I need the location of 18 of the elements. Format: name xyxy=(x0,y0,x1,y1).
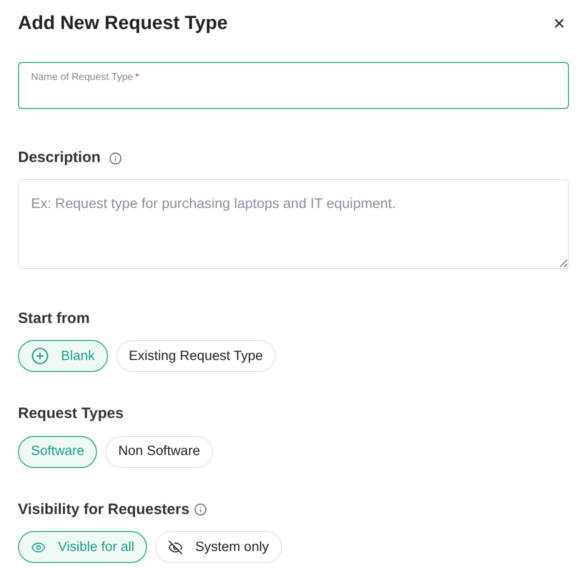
required-mark: * xyxy=(135,71,140,85)
section-label: Description xyxy=(18,148,101,168)
description-field[interactable]: Ex: Request type for purchasing laptops and IT equipment. xyxy=(18,178,569,268)
dialog-title: Add New Request Type xyxy=(18,12,228,36)
info-icon xyxy=(194,503,208,516)
option-chip[interactable]: Existing Request Type xyxy=(116,340,276,372)
option-chip[interactable]: System only xyxy=(155,531,282,563)
section-label: Start from xyxy=(18,308,90,328)
close-button[interactable]: × xyxy=(553,14,565,34)
info-icon xyxy=(108,152,122,165)
input-field[interactable]: Name of Request Type * xyxy=(18,62,569,109)
field-label: Name of Request Type xyxy=(31,71,134,85)
section-label: Visibility for Requesters xyxy=(18,500,190,520)
eye-slash-icon xyxy=(168,540,184,554)
eye-icon xyxy=(31,540,46,554)
plus-circle-icon xyxy=(31,347,49,365)
section-label: Request Types xyxy=(18,404,124,424)
option-chip[interactable]: Non Software xyxy=(105,436,214,468)
